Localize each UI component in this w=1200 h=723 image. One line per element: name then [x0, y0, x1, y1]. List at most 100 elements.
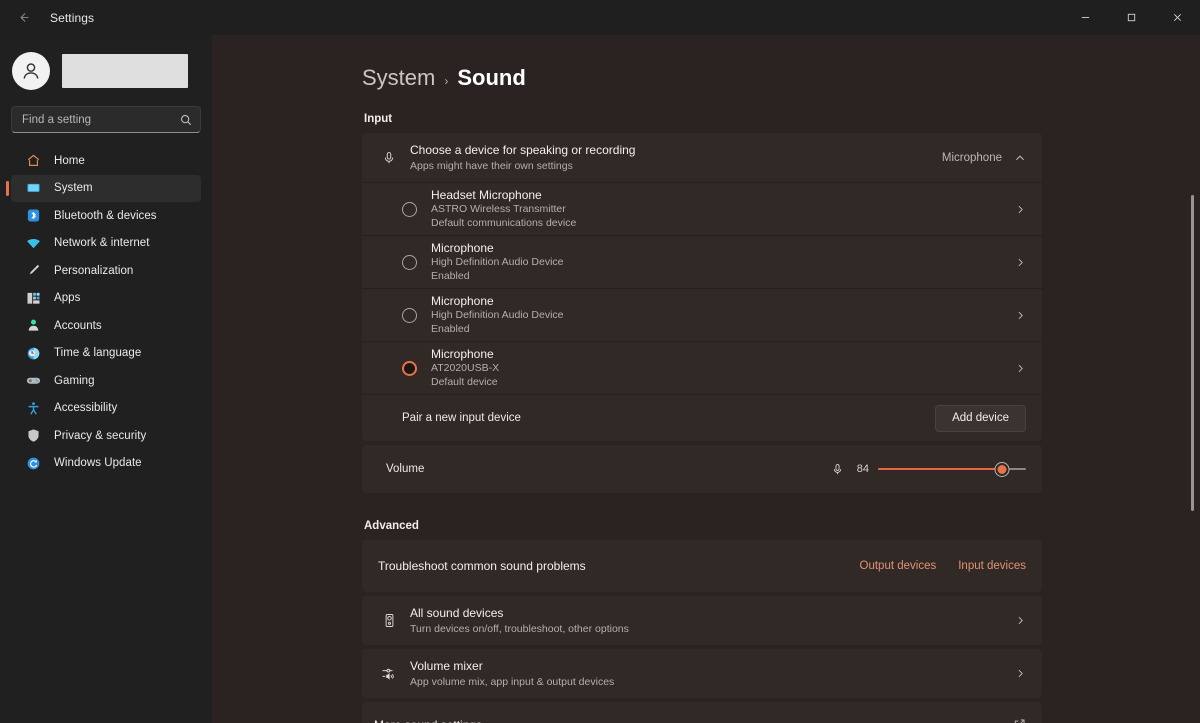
row-subtitle: Turn devices on/off, troubleshoot, other… [410, 623, 629, 635]
pair-new-input-device-row: Pair a new input device Add device [362, 394, 1042, 441]
chevron-right-icon[interactable] [1015, 204, 1026, 215]
sidebar-item-label: Bluetooth & devices [54, 209, 157, 222]
sidebar-item-network-internet[interactable]: Network & internet [11, 230, 201, 257]
maximize-button[interactable] [1108, 0, 1154, 35]
choose-device-title: Choose a device for speaking or recordin… [410, 143, 636, 157]
chevron-right-icon[interactable] [1015, 310, 1026, 321]
sidebar-item-system[interactable]: System [6, 174, 201, 202]
sidebar-item-apps[interactable]: Apps [11, 285, 201, 312]
device-option-row[interactable]: Microphone High Definition Audio Device … [362, 235, 1042, 288]
slider-fill [878, 467, 1003, 471]
sidebar-item-home[interactable]: Home [11, 147, 201, 174]
sidebar-item-label: Privacy & security [54, 429, 147, 442]
profile-area[interactable] [0, 35, 212, 97]
more-sound-settings-row[interactable]: More sound settings [362, 702, 1042, 723]
all-sound-devices-card[interactable]: All sound devices Turn devices on/off, t… [362, 596, 1042, 645]
sidebar-item-windows-update[interactable]: Windows Update [11, 450, 201, 477]
choose-input-device-row[interactable]: Choose a device for speaking or recordin… [362, 133, 1042, 182]
sidebar-item-label: Gaming [54, 374, 95, 387]
chevron-up-icon[interactable] [1014, 152, 1026, 164]
troubleshoot-card: Troubleshoot common sound problems Outpu… [362, 540, 1042, 592]
search-area [0, 106, 212, 133]
device-status: Default communications device [431, 216, 577, 229]
breadcrumb-parent[interactable]: System [362, 65, 435, 91]
volume-mixer-card[interactable]: Volume mixer App volume mix, app input &… [362, 649, 1042, 698]
row-title: All sound devices [410, 606, 504, 620]
window-title: Settings [50, 10, 95, 25]
add-device-button[interactable]: Add device [935, 404, 1026, 432]
microphone-icon [378, 151, 400, 165]
microphone-icon[interactable] [831, 463, 844, 476]
device-name: Microphone [431, 347, 494, 361]
apps-icon [25, 290, 42, 307]
time-icon [25, 345, 42, 362]
sidebar-item-accounts[interactable]: Accounts [11, 312, 201, 339]
device-status: Enabled [431, 322, 470, 335]
breadcrumb: System › Sound [362, 65, 1042, 91]
external-link-icon[interactable] [1013, 718, 1026, 723]
volume-label: Volume [386, 463, 425, 475]
chevron-right-icon[interactable] [1015, 363, 1026, 374]
minimize-button[interactable] [1062, 0, 1108, 35]
sidebar-item-privacy-security[interactable]: Privacy & security [11, 422, 201, 449]
troubleshoot-row: Troubleshoot common sound problems Outpu… [362, 540, 1042, 592]
slider-thumb[interactable] [995, 462, 1009, 476]
back-button[interactable] [6, 3, 40, 33]
radio-button-selected[interactable] [402, 360, 417, 376]
radio-button[interactable] [402, 254, 417, 270]
sidebar-item-label: Home [54, 154, 85, 167]
chevron-right-icon[interactable] [1015, 615, 1026, 626]
close-button[interactable] [1154, 0, 1200, 35]
device-name: Microphone [431, 241, 494, 255]
device-option-row-selected[interactable]: Microphone AT2020USB-X Default device [362, 341, 1042, 394]
device-name: Microphone [431, 294, 494, 308]
device-option-row[interactable]: Microphone High Definition Audio Device … [362, 288, 1042, 341]
settings-page: System › Sound Input Choose a device for… [362, 35, 1042, 723]
link-input-devices[interactable]: Input devices [958, 560, 1026, 572]
chevron-right-icon[interactable] [1015, 257, 1026, 268]
sidebar-item-gaming[interactable]: Gaming [11, 367, 201, 394]
sidebar-item-personalization[interactable]: Personalization [11, 257, 201, 284]
link-output-devices[interactable]: Output devices [860, 560, 937, 572]
device-description: High Definition Audio Device [431, 309, 564, 321]
chevron-right-icon[interactable] [1015, 668, 1026, 679]
sidebar-item-accessibility[interactable]: Accessibility [11, 395, 201, 422]
all-sound-devices-row[interactable]: All sound devices Turn devices on/off, t… [362, 596, 1042, 645]
device-description: ASTRO Wireless Transmitter [431, 203, 566, 215]
update-icon [25, 455, 42, 472]
radio-button[interactable] [402, 201, 417, 217]
page-title: Sound [457, 65, 526, 90]
breadcrumb-separator-icon: › [444, 74, 449, 88]
device-description: AT2020USB-X [431, 362, 500, 374]
more-sound-settings-card[interactable]: More sound settings [362, 702, 1042, 723]
device-option-row[interactable]: Headset Microphone ASTRO Wireless Transm… [362, 182, 1042, 235]
accessibility-icon [25, 400, 42, 417]
row-title: Volume mixer [410, 659, 483, 673]
device-description: High Definition Audio Device [431, 256, 564, 268]
mixer-icon [378, 666, 400, 682]
device-name: Headset Microphone [431, 188, 542, 202]
system-icon [25, 180, 42, 197]
volume-slider[interactable] [878, 460, 1026, 478]
accounts-icon [25, 317, 42, 334]
sidebar-item-time-language[interactable]: Time & language [11, 340, 201, 367]
sidebar-item-label: Windows Update [54, 457, 142, 469]
sidebar: Home System [0, 35, 212, 723]
radio-button[interactable] [402, 307, 417, 323]
bluetooth-icon [25, 207, 42, 224]
input-section-heading: Input [364, 113, 393, 125]
sidebar-item-label: Apps [54, 292, 81, 304]
sidebar-item-bluetooth-devices[interactable]: Bluetooth & devices [11, 202, 201, 229]
device-status: Default device [431, 375, 498, 388]
search-input[interactable] [22, 113, 180, 126]
network-icon [25, 235, 42, 252]
volume-mixer-row[interactable]: Volume mixer App volume mix, app input &… [362, 649, 1042, 698]
profile-name-redacted [62, 53, 188, 88]
search-box[interactable] [11, 106, 201, 133]
window-body: Home System [0, 35, 1200, 723]
scrollbar-thumb[interactable] [1191, 195, 1194, 511]
personalization-icon [25, 262, 42, 279]
settings-window: Settings Find a setting Home System Blue… [0, 0, 1200, 723]
speaker-icon [378, 613, 400, 628]
search-icon [180, 114, 192, 126]
